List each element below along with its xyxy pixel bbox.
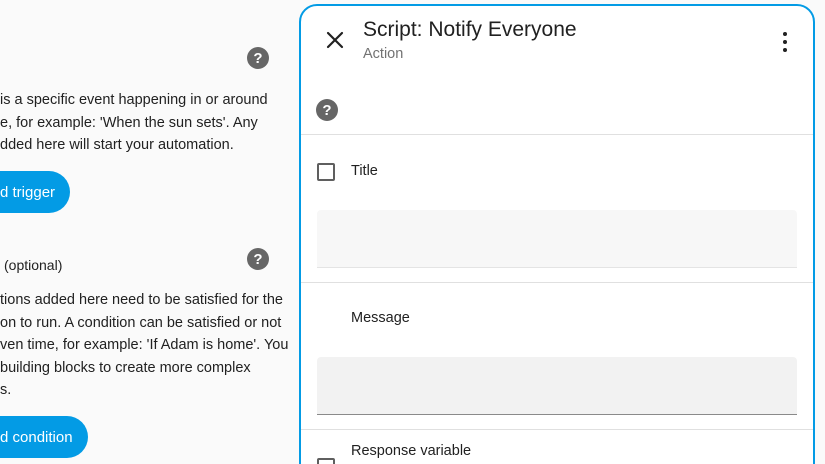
dialog-title: Script: Notify Everyone — [363, 18, 577, 41]
response-variable-label: Response variable — [351, 443, 472, 459]
conditions-heading: (optional) — [4, 257, 63, 273]
response-variable-checkbox[interactable] — [317, 458, 335, 464]
title-checkbox[interactable] — [317, 163, 335, 181]
close-icon-glyph — [326, 31, 344, 49]
divider — [301, 134, 813, 135]
triggers-description: is a specific event happening in or arou… — [0, 89, 268, 157]
dialog-help-icon[interactable]: ? — [316, 99, 338, 121]
title-field-label: Title — [351, 163, 378, 179]
dialog-subtitle: Action — [363, 46, 404, 62]
script-action-dialog: Script: Notify Everyone Action ? Title M… — [299, 4, 815, 464]
conditions-help-icon[interactable]: ? — [247, 248, 269, 270]
close-icon[interactable] — [323, 28, 347, 52]
add-trigger-button-label: d trigger — [0, 183, 56, 201]
message-input[interactable] — [317, 357, 797, 415]
add-condition-button[interactable]: d condition — [0, 416, 88, 458]
add-trigger-button[interactable]: d trigger — [0, 171, 70, 213]
conditions-description-line: ven time, for example: 'If Adam is home'… — [0, 337, 289, 353]
divider — [301, 429, 813, 430]
conditions-description-line: building blocks to create more complex — [0, 359, 251, 376]
triggers-help-icon[interactable]: ? — [247, 47, 269, 69]
triggers-description-line: is a specific event happening in or arou… — [0, 92, 268, 108]
triggers-description-line: dded here will start your automation. — [0, 137, 234, 153]
conditions-description: tions added here need to be satisfied fo… — [0, 289, 288, 402]
conditions-description-line: tions added here need to be satisfied fo… — [0, 292, 283, 308]
divider — [301, 282, 813, 283]
more-vert-icon[interactable] — [781, 32, 789, 52]
add-condition-button-label: d condition — [0, 428, 73, 446]
message-field-label: Message — [351, 310, 410, 326]
title-input[interactable] — [317, 210, 797, 268]
automation-editor-background: ? is a specific event happening in or ar… — [0, 0, 300, 464]
conditions-description-line: s. — [0, 382, 12, 398]
triggers-description-line: e, for example: 'When the sun sets'. Any — [0, 114, 258, 131]
conditions-description-line: on to run. A condition can be satisfied … — [0, 314, 282, 331]
